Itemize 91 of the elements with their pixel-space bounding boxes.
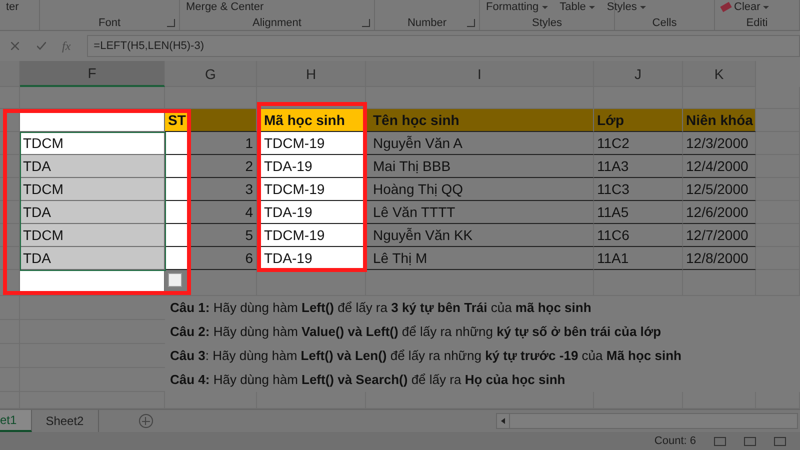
dialog-launcher-icon[interactable] <box>467 19 475 27</box>
table-cell: 11C3 <box>594 178 683 201</box>
table-cell: TDCM <box>20 132 165 155</box>
horizontal-scrollbar[interactable] <box>496 413 798 429</box>
status-count: Count: 6 <box>654 435 696 447</box>
empty-cell <box>0 132 20 155</box>
column-header[interactable]: G <box>165 61 257 87</box>
dialog-launcher-icon[interactable] <box>362 19 370 27</box>
table-cell: 12/6/2000 <box>683 201 756 224</box>
table-cell: 2 <box>165 155 257 178</box>
table-cell: 12/7/2000 <box>683 224 756 247</box>
table-cell: 12/4/2000 <box>683 155 756 178</box>
quick-analysis-icon[interactable] <box>168 273 182 287</box>
page-break-icon[interactable] <box>774 436 786 446</box>
table-header: Niên khóa <box>683 109 756 132</box>
dialog-launcher-icon[interactable] <box>167 19 175 27</box>
ribbon-button[interactable]: Formatting <box>484 1 550 13</box>
empty-cell <box>0 247 20 270</box>
empty-cell <box>756 201 800 224</box>
caret-icon <box>588 6 595 8</box>
caret-icon <box>640 6 646 8</box>
column-header[interactable]: H <box>257 61 366 87</box>
empty-cell <box>756 247 800 270</box>
table-cell: 1 <box>165 132 257 155</box>
table-cell: TDA <box>20 247 165 270</box>
empty-cell <box>0 155 20 178</box>
table-cell: TDA <box>20 155 165 178</box>
group-label: Editi <box>746 17 768 30</box>
question-text: Câu 1: Hãy dùng hàm Left() để lấy ra 3 ký tự bên Trái của mã học sinh <box>169 299 592 317</box>
empty-cell <box>756 87 800 109</box>
normal-view-icon[interactable] <box>714 436 726 446</box>
table-cell: 11A3 <box>594 155 683 178</box>
eraser-icon <box>720 2 732 12</box>
table-cell: Lê Thị M <box>366 247 594 270</box>
table-cell: TDCM <box>20 224 165 247</box>
table-cell: 12/8/2000 <box>683 247 756 270</box>
table-cell: 11A5 <box>594 201 683 224</box>
table-header: Tên học sinh <box>366 109 594 132</box>
table-cell: 12/3/2000 <box>683 132 756 155</box>
group-label: Styles <box>532 17 562 30</box>
empty-cell <box>0 61 20 87</box>
empty-cell <box>756 270 800 296</box>
table-cell: TDA <box>20 201 165 224</box>
table-cell: 11C2 <box>594 132 683 155</box>
group-label: Cells <box>652 17 677 30</box>
table-cell: 11A1 <box>594 247 683 270</box>
empty-cell <box>756 224 800 247</box>
table-cell: 11C6 <box>594 224 683 247</box>
column-header[interactable]: F <box>20 61 165 87</box>
table-cell: 4 <box>165 201 257 224</box>
empty-cell <box>756 178 800 201</box>
table-cell: 3 <box>165 178 257 201</box>
ribbon-button[interactable]: ter <box>4 1 21 13</box>
ribbon-button[interactable]: Merge & Center <box>184 1 266 13</box>
table-cell: Nguyễn Văn KK <box>366 224 594 247</box>
column-header[interactable]: K <box>683 61 756 87</box>
empty-cell <box>0 201 20 224</box>
caret-icon <box>763 6 770 8</box>
column-header[interactable]: I <box>366 61 594 87</box>
question-text: Câu 2: Hãy dùng hàm Value() và Left() để lấy ra những ký tự số ở bên trái của lớp <box>169 323 662 341</box>
empty-cell <box>0 296 20 320</box>
table-cell: Lê Văn TTTT <box>366 201 594 224</box>
question-text: Câu 3: Hãy dùng hàm Left() và Len() để lấy ra những ký tự trước -19 của Mã học sinh <box>169 347 682 365</box>
group-label: Font <box>98 17 120 30</box>
empty-cell <box>0 178 20 201</box>
table-cell: Hoàng Thị QQ <box>366 178 594 201</box>
table-cell: Nguyễn Văn A <box>366 132 594 155</box>
empty-cell <box>0 224 20 247</box>
formula-field[interactable]: =LEFT(H5,LEN(H5)-3) <box>86 35 800 57</box>
table-header: Lớp <box>594 109 683 132</box>
table-cell: 5 <box>165 224 257 247</box>
table-header: ST <box>165 109 257 132</box>
check-icon[interactable] <box>36 42 46 50</box>
ribbon-button[interactable]: Table <box>558 1 597 13</box>
ribbon-button[interactable]: Clear <box>719 1 772 13</box>
page-layout-icon[interactable] <box>744 436 756 446</box>
table-cell: TDCM <box>20 178 165 201</box>
sheet-tab[interactable]: et1 <box>0 410 32 432</box>
cancel-icon[interactable] <box>11 42 19 50</box>
table-cell: 12/5/2000 <box>683 178 756 201</box>
question-text: Câu 4: Hãy dùng hàm Left() và Search() để lấy ra Họ của học sinh <box>169 371 566 389</box>
group-label: Number <box>407 17 447 30</box>
caret-icon <box>542 6 548 8</box>
table-cell: 6 <box>165 247 257 270</box>
add-sheet-icon[interactable] <box>138 414 153 428</box>
empty-cell <box>756 132 800 155</box>
column-header[interactable]: J <box>594 61 683 87</box>
empty-cell <box>756 155 800 178</box>
ribbon-button[interactable]: Styles <box>604 1 648 13</box>
table-cell: Mai Thị BBB <box>366 155 594 178</box>
group-label: Alignment <box>252 17 302 30</box>
